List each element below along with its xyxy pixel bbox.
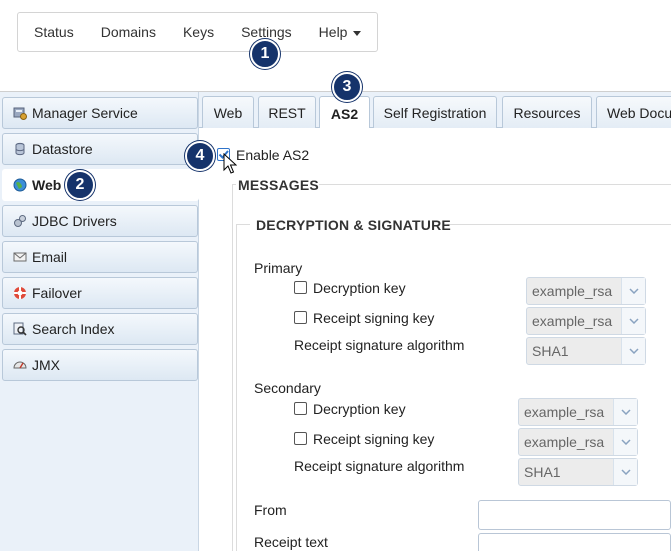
secondary-decryption-key-select[interactable]: example_rsa xyxy=(518,398,638,426)
sidebar-item-label: Failover xyxy=(32,285,82,301)
chevron-down-icon xyxy=(613,459,637,485)
globe-icon xyxy=(13,178,27,192)
caret-down-icon xyxy=(353,30,362,36)
step-badge-1: 1 xyxy=(250,39,280,69)
email-icon xyxy=(13,250,27,264)
as2-settings-panel: Enable AS2 MESSAGES DECRYPTION & SIGNATU… xyxy=(199,128,671,551)
fieldset-decryption-border xyxy=(447,224,671,225)
menu-help[interactable]: Help xyxy=(319,24,362,40)
fieldset-messages-border xyxy=(319,184,671,185)
select-value: example_rsa xyxy=(532,313,613,329)
step-badge-3: 3 xyxy=(332,72,362,102)
select-value: example_rsa xyxy=(532,283,613,299)
sidebar-item-web[interactable]: Web xyxy=(2,169,199,201)
decryption-signature-title: DECRYPTION & SIGNATURE xyxy=(256,217,451,233)
primary-decryption-key-select[interactable]: example_rsa xyxy=(526,277,646,305)
primary-decryption-key-label: Decryption key xyxy=(313,280,406,296)
chevron-down-icon xyxy=(621,308,645,334)
secondary-label: Secondary xyxy=(254,380,321,396)
sidebar-item-label: Web xyxy=(32,177,62,193)
primary-receipt-signing-key-label: Receipt signing key xyxy=(313,310,435,326)
menu-keys[interactable]: Keys xyxy=(183,24,214,40)
primary-algorithm-select[interactable]: SHA1 xyxy=(526,337,646,365)
menu-settings[interactable]: Settings xyxy=(241,24,292,40)
secondary-decryption-key-checkbox[interactable] xyxy=(294,402,307,415)
mouse-cursor-icon xyxy=(223,153,237,174)
receipt-text-input[interactable] xyxy=(478,533,671,551)
primary-decryption-key-checkbox[interactable] xyxy=(294,281,307,294)
sidebar-item-datastore[interactable]: Datastore xyxy=(2,133,198,165)
step-badge-4: 4 xyxy=(185,141,215,171)
chevron-down-icon xyxy=(621,278,645,304)
jdbc-icon xyxy=(13,214,27,228)
lifebuoy-icon xyxy=(13,286,27,300)
sidebar-item-label: Email xyxy=(32,249,68,265)
sidebar: Manager Service Datastore Web JDBC Drive… xyxy=(0,92,199,551)
chevron-down-icon xyxy=(613,429,637,455)
secondary-receipt-signing-key-select[interactable]: example_rsa xyxy=(518,428,638,456)
secondary-decryption-key-label: Decryption key xyxy=(313,401,406,417)
sidebar-item-search-index[interactable]: Search Index xyxy=(2,313,198,345)
fieldset-decryption-border xyxy=(236,224,250,225)
secondary-algorithm-select[interactable]: SHA1 xyxy=(518,458,638,486)
from-label: From xyxy=(254,502,287,518)
primary-receipt-signing-key-checkbox[interactable] xyxy=(294,311,307,324)
messages-title: MESSAGES xyxy=(238,177,319,193)
tab-web-documents[interactable]: Web Docu xyxy=(596,96,671,129)
secondary-algorithm-label: Receipt signature algorithm xyxy=(294,458,465,474)
sidebar-item-label: Search Index xyxy=(32,321,115,337)
menu-help-label: Help xyxy=(318,24,348,40)
chevron-down-icon xyxy=(621,338,645,364)
primary-label: Primary xyxy=(254,260,303,276)
sidebar-item-label: Datastore xyxy=(32,141,93,157)
fieldset-messages-border xyxy=(232,184,233,551)
sidebar-item-label: JMX xyxy=(32,357,60,373)
manager-service-icon xyxy=(13,106,27,120)
menu-status[interactable]: Status xyxy=(34,24,74,40)
sidebar-item-failover[interactable]: Failover xyxy=(2,277,198,309)
select-value: example_rsa xyxy=(524,434,605,450)
datastore-icon xyxy=(13,142,27,156)
gauge-icon xyxy=(13,358,27,372)
step-badge-2: 2 xyxy=(65,170,95,200)
from-input[interactable] xyxy=(478,500,671,530)
menu-domains[interactable]: Domains xyxy=(101,24,156,40)
primary-algorithm-label: Receipt signature algorithm xyxy=(294,337,465,353)
select-value: SHA1 xyxy=(532,343,569,359)
sidebar-item-jdbc-drivers[interactable]: JDBC Drivers xyxy=(2,205,198,237)
primary-receipt-signing-key-select[interactable]: example_rsa xyxy=(526,307,646,335)
enable-as2-label: Enable AS2 xyxy=(236,147,310,163)
tab-bar: Web REST AS2 Self Registration Resources… xyxy=(199,92,671,130)
fieldset-decryption-border xyxy=(236,224,237,551)
sidebar-item-label: Manager Service xyxy=(32,105,138,121)
select-value: example_rsa xyxy=(524,404,605,420)
tab-self-registration[interactable]: Self Registration xyxy=(373,96,497,129)
tab-resources[interactable]: Resources xyxy=(502,96,592,129)
chevron-down-icon xyxy=(613,399,637,425)
top-menu-bar: Status Domains Keys Settings Help xyxy=(17,12,378,52)
secondary-receipt-signing-key-checkbox[interactable] xyxy=(294,432,307,445)
sidebar-item-manager-service[interactable]: Manager Service xyxy=(2,97,198,129)
tab-rest[interactable]: REST xyxy=(258,96,316,129)
sidebar-item-email[interactable]: Email xyxy=(2,241,198,273)
select-value: SHA1 xyxy=(524,464,561,480)
receipt-text-label: Receipt text xyxy=(254,534,328,550)
sidebar-item-label: JDBC Drivers xyxy=(32,213,117,229)
secondary-receipt-signing-key-label: Receipt signing key xyxy=(313,431,435,447)
tab-web[interactable]: Web xyxy=(202,96,254,129)
search-index-icon xyxy=(13,322,27,336)
sidebar-item-jmx[interactable]: JMX xyxy=(2,349,198,381)
